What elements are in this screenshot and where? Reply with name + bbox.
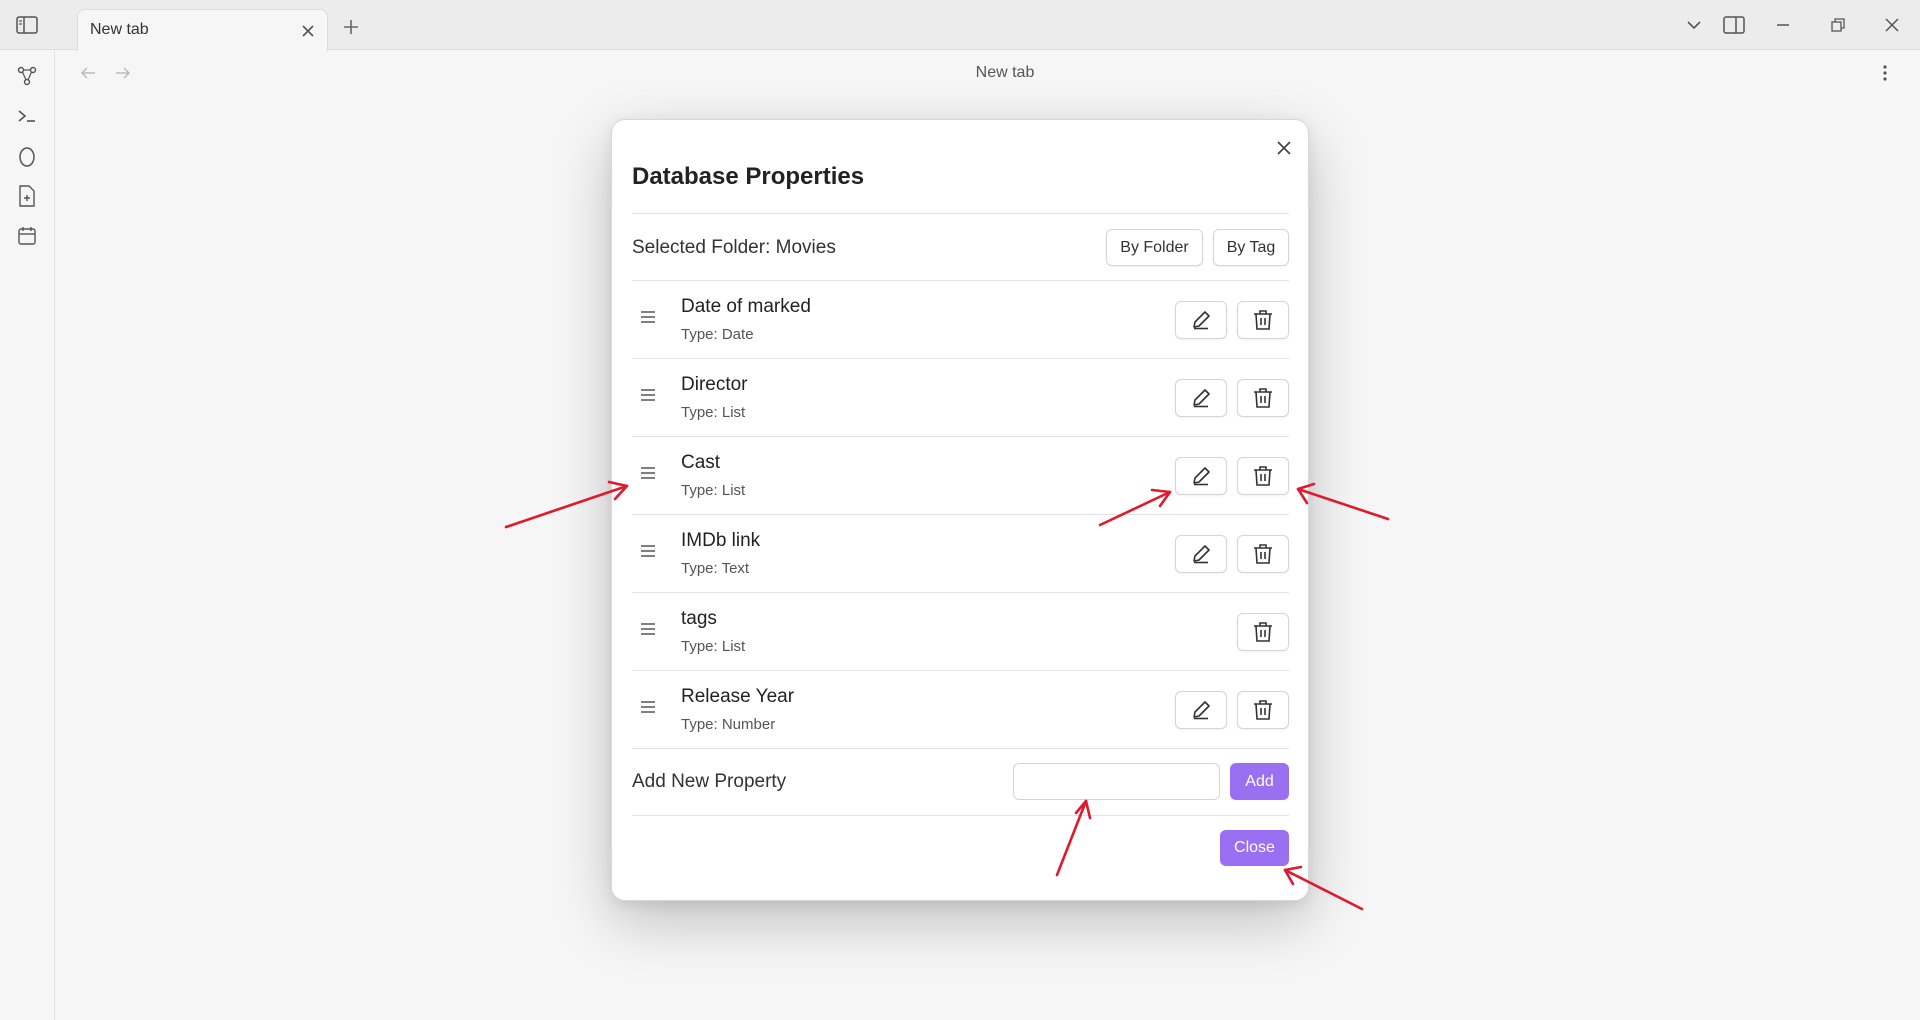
calendar-icon[interactable]	[14, 223, 40, 249]
edit-property-button[interactable]	[1175, 457, 1227, 495]
by-tag-button[interactable]: By Tag	[1213, 229, 1289, 266]
terminal-icon[interactable]	[14, 103, 40, 129]
database-properties-modal: Database Properties Selected Folder: Mov…	[611, 119, 1309, 901]
property-type: Type: Text	[681, 560, 750, 577]
title-bar: New tab	[0, 0, 1920, 51]
property-name: IMDb link	[681, 530, 761, 551]
chevron-down-icon[interactable]	[1679, 12, 1709, 38]
pencil-icon	[1193, 389, 1210, 408]
trash-icon	[1254, 310, 1272, 330]
drag-handle-icon[interactable]	[638, 697, 658, 717]
property-name: tags	[681, 608, 717, 629]
drag-handle-icon[interactable]	[638, 541, 658, 561]
trash-icon	[1254, 466, 1272, 486]
property-row: tags Type: List	[632, 593, 1289, 671]
pencil-icon	[1193, 545, 1210, 564]
delete-property-button[interactable]	[1237, 613, 1289, 651]
trash-icon	[1254, 388, 1272, 408]
drag-handle-icon[interactable]	[638, 463, 658, 483]
property-row: IMDb link Type: Text	[632, 515, 1289, 593]
property-row: Date of marked Type: Date	[632, 281, 1289, 359]
close-icon[interactable]	[297, 20, 319, 42]
new-property-input[interactable]	[1013, 763, 1220, 800]
trash-icon	[1254, 622, 1272, 642]
property-name: Director	[681, 374, 748, 395]
modal-title: Database Properties	[632, 163, 865, 190]
property-type: Type: List	[681, 638, 746, 655]
trash-icon	[1254, 700, 1272, 720]
edit-property-button[interactable]	[1175, 301, 1227, 339]
property-name: Release Year	[681, 686, 795, 707]
property-type: Type: List	[681, 404, 746, 421]
drag-handle-icon[interactable]	[638, 619, 658, 639]
selected-folder-label: Selected Folder: Movies	[632, 237, 836, 258]
pencil-icon	[1193, 701, 1210, 720]
property-type: Type: List	[681, 482, 746, 499]
delete-property-button[interactable]	[1237, 535, 1289, 573]
add-button[interactable]: Add	[1230, 763, 1289, 800]
annotation-arrow	[1296, 482, 1390, 521]
more-vertical-icon[interactable]	[1872, 60, 1898, 86]
drag-handle-icon[interactable]	[638, 385, 658, 405]
drag-handle-icon[interactable]	[638, 307, 658, 327]
window-close-icon[interactable]	[1877, 12, 1907, 38]
close-button[interactable]: Close	[1220, 830, 1289, 866]
delete-property-button[interactable]	[1237, 379, 1289, 417]
tab-new-tab[interactable]: New tab	[77, 9, 328, 51]
add-new-property-label: Add New Property	[632, 771, 787, 792]
delete-property-button[interactable]	[1237, 691, 1289, 729]
edit-property-button[interactable]	[1175, 535, 1227, 573]
right-sidebar-icon[interactable]	[1719, 12, 1749, 38]
pencil-icon	[1193, 467, 1210, 486]
property-name: Date of marked	[681, 296, 811, 317]
property-row: Director Type: List	[632, 359, 1289, 437]
property-name: Cast	[681, 452, 721, 473]
edit-property-button[interactable]	[1175, 379, 1227, 417]
tab-title: New tab	[90, 21, 149, 38]
edit-property-button[interactable]	[1175, 691, 1227, 729]
left-ribbon	[0, 50, 55, 1020]
annotation-arrow	[504, 480, 629, 529]
divider	[632, 213, 1289, 214]
trash-icon	[1254, 544, 1272, 564]
property-type: Type: Number	[681, 716, 776, 733]
canvas-icon[interactable]	[14, 143, 40, 169]
delete-property-button[interactable]	[1237, 457, 1289, 495]
close-icon[interactable]	[1268, 132, 1300, 164]
delete-property-button[interactable]	[1237, 301, 1289, 339]
restore-icon[interactable]	[1823, 12, 1853, 38]
view-title: New tab	[975, 64, 1035, 81]
divider	[632, 815, 1289, 816]
new-note-icon[interactable]	[14, 183, 40, 209]
pencil-icon	[1193, 311, 1210, 330]
property-row: Cast Type: List	[632, 437, 1289, 515]
property-row: Release Year Type: Number	[632, 671, 1289, 749]
minimize-icon[interactable]	[1768, 12, 1798, 38]
plus-icon[interactable]	[338, 14, 364, 40]
sidebar-toggle-icon[interactable]	[14, 14, 40, 36]
by-folder-button[interactable]: By Folder	[1106, 229, 1203, 266]
property-type: Type: Date	[681, 326, 754, 343]
